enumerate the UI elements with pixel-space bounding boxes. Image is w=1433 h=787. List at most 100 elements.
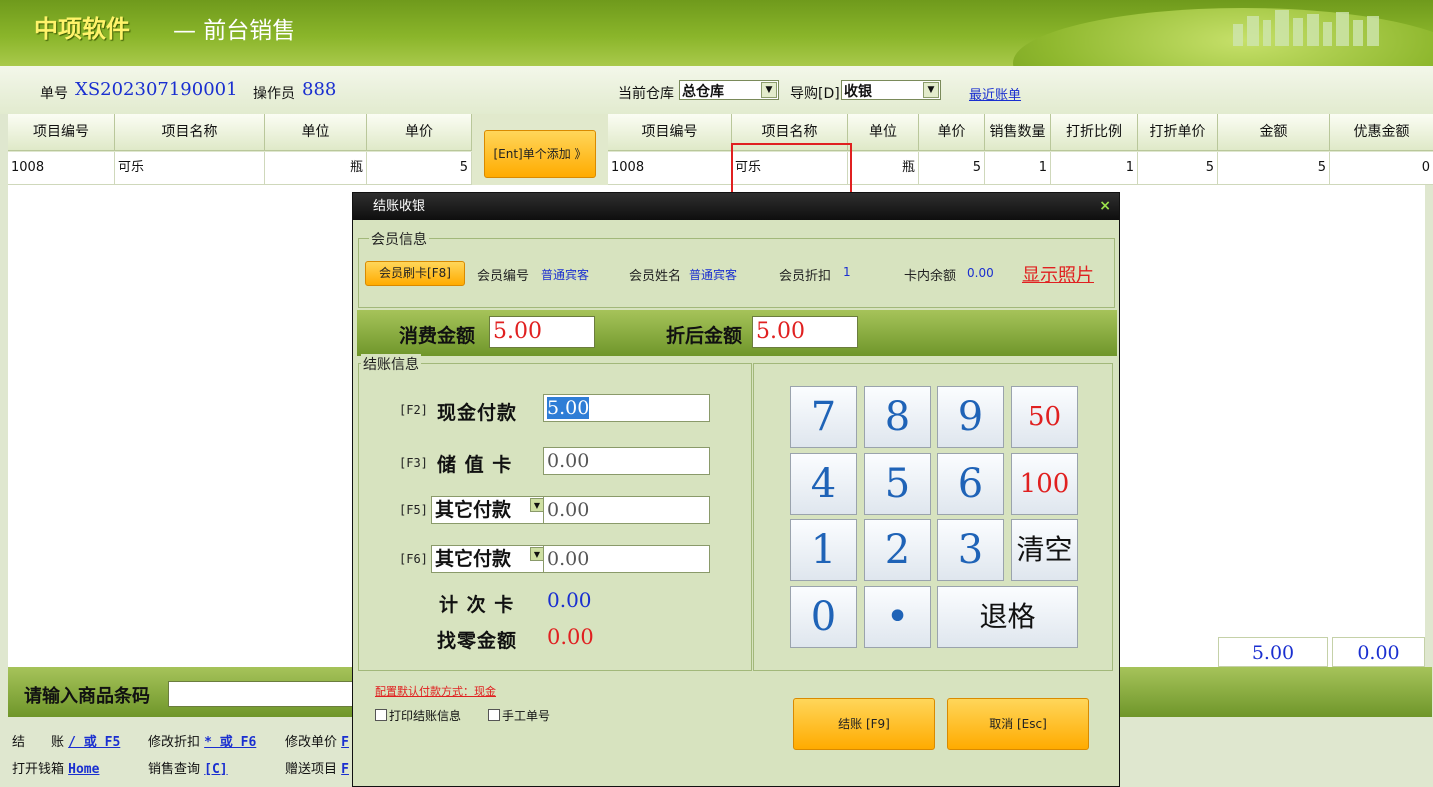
after-discount-field: 5.00 xyxy=(752,316,858,348)
stored-card-label: 储 值 卡 xyxy=(437,454,513,476)
other-pay2-select[interactable]: 其它付款 ▼ xyxy=(431,545,545,573)
app-brand: 中项软件 xyxy=(34,15,130,43)
default-pay-note[interactable]: 配置默认付款方式：现金 xyxy=(375,683,496,699)
key-backspace[interactable]: 退格 xyxy=(937,586,1078,648)
card-balance-label: 卡内余额 xyxy=(904,269,957,284)
key-6[interactable]: 6 xyxy=(937,453,1004,515)
right-col-promo[interactable]: 优惠金额 xyxy=(1330,114,1433,151)
other-pay2-hotkey: [F6] xyxy=(399,552,428,566)
member-info-frame: 会员信息 会员刷卡[F8] 会员编号 普通宾客 会员姓名 普通宾客 会员折扣 1… xyxy=(358,229,1115,308)
chevron-down-icon[interactable]: ▼ xyxy=(923,82,939,98)
keypad-frame: 7 8 9 50 4 5 6 100 1 2 3 清空 0 • 退格 xyxy=(753,363,1113,671)
member-discount-label: 会员折扣 xyxy=(779,269,832,284)
member-info-title: 会员信息 xyxy=(369,229,429,249)
other-pay1-input[interactable]: 0.00 xyxy=(543,496,710,524)
chevron-down-icon[interactable]: ▼ xyxy=(530,498,544,512)
key-4[interactable]: 4 xyxy=(790,453,857,515)
key-7[interactable]: 7 xyxy=(790,386,857,448)
left-col-code[interactable]: 项目编号 xyxy=(8,114,115,151)
left-col-unit[interactable]: 单位 xyxy=(265,114,367,151)
member-name-label: 会员姓名 xyxy=(629,269,682,284)
hotkey-key[interactable]: / 或 F5 xyxy=(68,735,120,750)
guide-select[interactable]: 收银 ▼ xyxy=(841,80,941,100)
hotkey-label: 赠送项目 xyxy=(285,762,338,777)
left-col-price[interactable]: 单价 xyxy=(367,114,472,151)
other-pay2-input[interactable]: 0.00 xyxy=(543,545,710,573)
show-photo-link[interactable]: 显示照片 xyxy=(1022,261,1094,287)
warehouse-select[interactable]: 总仓库 ▼ xyxy=(679,80,779,100)
totals-row: 5.00 0.00 xyxy=(1218,637,1425,667)
page-title: — 前台销售 xyxy=(173,18,296,44)
cell-discount-ratio: 1 xyxy=(1051,152,1138,184)
barcode-input[interactable] xyxy=(168,681,358,707)
key-8[interactable]: 8 xyxy=(864,386,931,448)
hotkey-key[interactable]: F xyxy=(341,735,349,750)
right-col-price[interactable]: 单价 xyxy=(919,114,985,151)
cell-unit: 瓶 xyxy=(848,152,919,184)
key-3[interactable]: 3 xyxy=(937,519,1004,581)
other-pay1-select[interactable]: 其它付款 ▼ xyxy=(431,496,545,524)
key-1[interactable]: 1 xyxy=(790,519,857,581)
right-col-unit[interactable]: 单位 xyxy=(848,114,919,151)
hotkey-label: 修改折扣 xyxy=(148,735,201,750)
right-col-qty[interactable]: 销售数量 xyxy=(985,114,1051,151)
cell-amount: 5 xyxy=(1218,152,1330,184)
chevron-down-icon[interactable]: ▼ xyxy=(761,82,777,98)
cash-hotkey: [F2] xyxy=(399,403,428,417)
key-2[interactable]: 2 xyxy=(864,519,931,581)
member-discount-value: 1 xyxy=(843,265,851,279)
key-5[interactable]: 5 xyxy=(864,453,931,515)
hotkey-key[interactable]: [C] xyxy=(204,762,227,777)
order-no-label: 单号 xyxy=(40,86,68,102)
key-dot[interactable]: • xyxy=(864,586,931,648)
payment-frame: 结账信息 [F2] 现金付款 5.00 [F3] 储 值 卡 0.00 [F5]… xyxy=(358,354,752,671)
warehouse-label: 当前仓库 xyxy=(618,86,674,102)
member-swipe-button[interactable]: 会员刷卡[F8] xyxy=(365,261,465,286)
hotkey-label: 打开钱箱 xyxy=(12,762,65,777)
cash-input[interactable]: 5.00 xyxy=(543,394,710,422)
add-single-button[interactable]: [Ent]单个添加 》 xyxy=(484,130,596,178)
change-value: 0.00 xyxy=(547,625,594,649)
manual-bill-checkbox[interactable] xyxy=(488,709,500,721)
print-receipt-checkbox[interactable] xyxy=(375,709,387,721)
left-col-name[interactable]: 项目名称 xyxy=(115,114,265,151)
change-label: 找零金额 xyxy=(437,630,518,652)
cash-label: 现金付款 xyxy=(437,402,518,424)
checkout-button[interactable]: 结账 [F9] xyxy=(793,698,935,750)
key-9[interactable]: 9 xyxy=(937,386,1004,448)
other-pay2-select-value: 其它付款 xyxy=(435,548,512,570)
key-clear[interactable]: 清空 xyxy=(1011,519,1078,581)
right-col-discount-price[interactable]: 打折单价 xyxy=(1138,114,1218,151)
chevron-down-icon[interactable]: ▼ xyxy=(530,547,544,561)
close-icon[interactable]: × xyxy=(1099,193,1111,220)
member-id-value: 普通宾客 xyxy=(541,268,590,282)
other-pay1-hotkey: [F5] xyxy=(399,503,428,517)
cell-code: 1008 xyxy=(608,152,732,184)
hotkey-key[interactable]: Home xyxy=(68,762,99,777)
hotkey-key[interactable]: F xyxy=(341,762,349,777)
stored-card-input[interactable]: 0.00 xyxy=(543,447,710,475)
checkout-dialog: 结账收银 × 会员信息 会员刷卡[F8] 会员编号 普通宾客 会员姓名 普通宾客… xyxy=(352,192,1120,787)
right-col-amount[interactable]: 金额 xyxy=(1218,114,1330,151)
dialog-titlebar[interactable]: 结账收银 × xyxy=(353,193,1119,220)
table-row[interactable]: 1008 可乐 瓶 5 xyxy=(8,152,472,185)
cell-name: 可乐 xyxy=(115,152,265,184)
count-card-value: 0.00 xyxy=(547,588,592,612)
key-50[interactable]: 50 xyxy=(1011,386,1078,448)
key-0[interactable]: 0 xyxy=(790,586,857,648)
hotkey-key[interactable]: * 或 F6 xyxy=(204,735,256,750)
cancel-button[interactable]: 取消 [Esc] xyxy=(947,698,1089,750)
after-discount-label: 折后金额 xyxy=(666,325,743,347)
cell-price: 5 xyxy=(367,152,472,184)
operator-value: 888 xyxy=(302,79,337,100)
operator-label: 操作员 xyxy=(253,86,295,102)
stored-card-hotkey: [F3] xyxy=(399,456,428,470)
hotkey-open-drawer: 打开钱箱 Home xyxy=(12,758,99,777)
right-col-discount-ratio[interactable]: 打折比例 xyxy=(1051,114,1138,151)
right-col-code[interactable]: 项目编号 xyxy=(608,114,732,151)
key-100[interactable]: 100 xyxy=(1011,453,1078,515)
warehouse-select-value: 总仓库 xyxy=(682,84,724,100)
order-no-value: XS202307190001 xyxy=(75,79,238,100)
recent-bills-link[interactable]: 最近账单 xyxy=(969,84,1021,103)
member-name-value: 普通宾客 xyxy=(689,268,738,282)
